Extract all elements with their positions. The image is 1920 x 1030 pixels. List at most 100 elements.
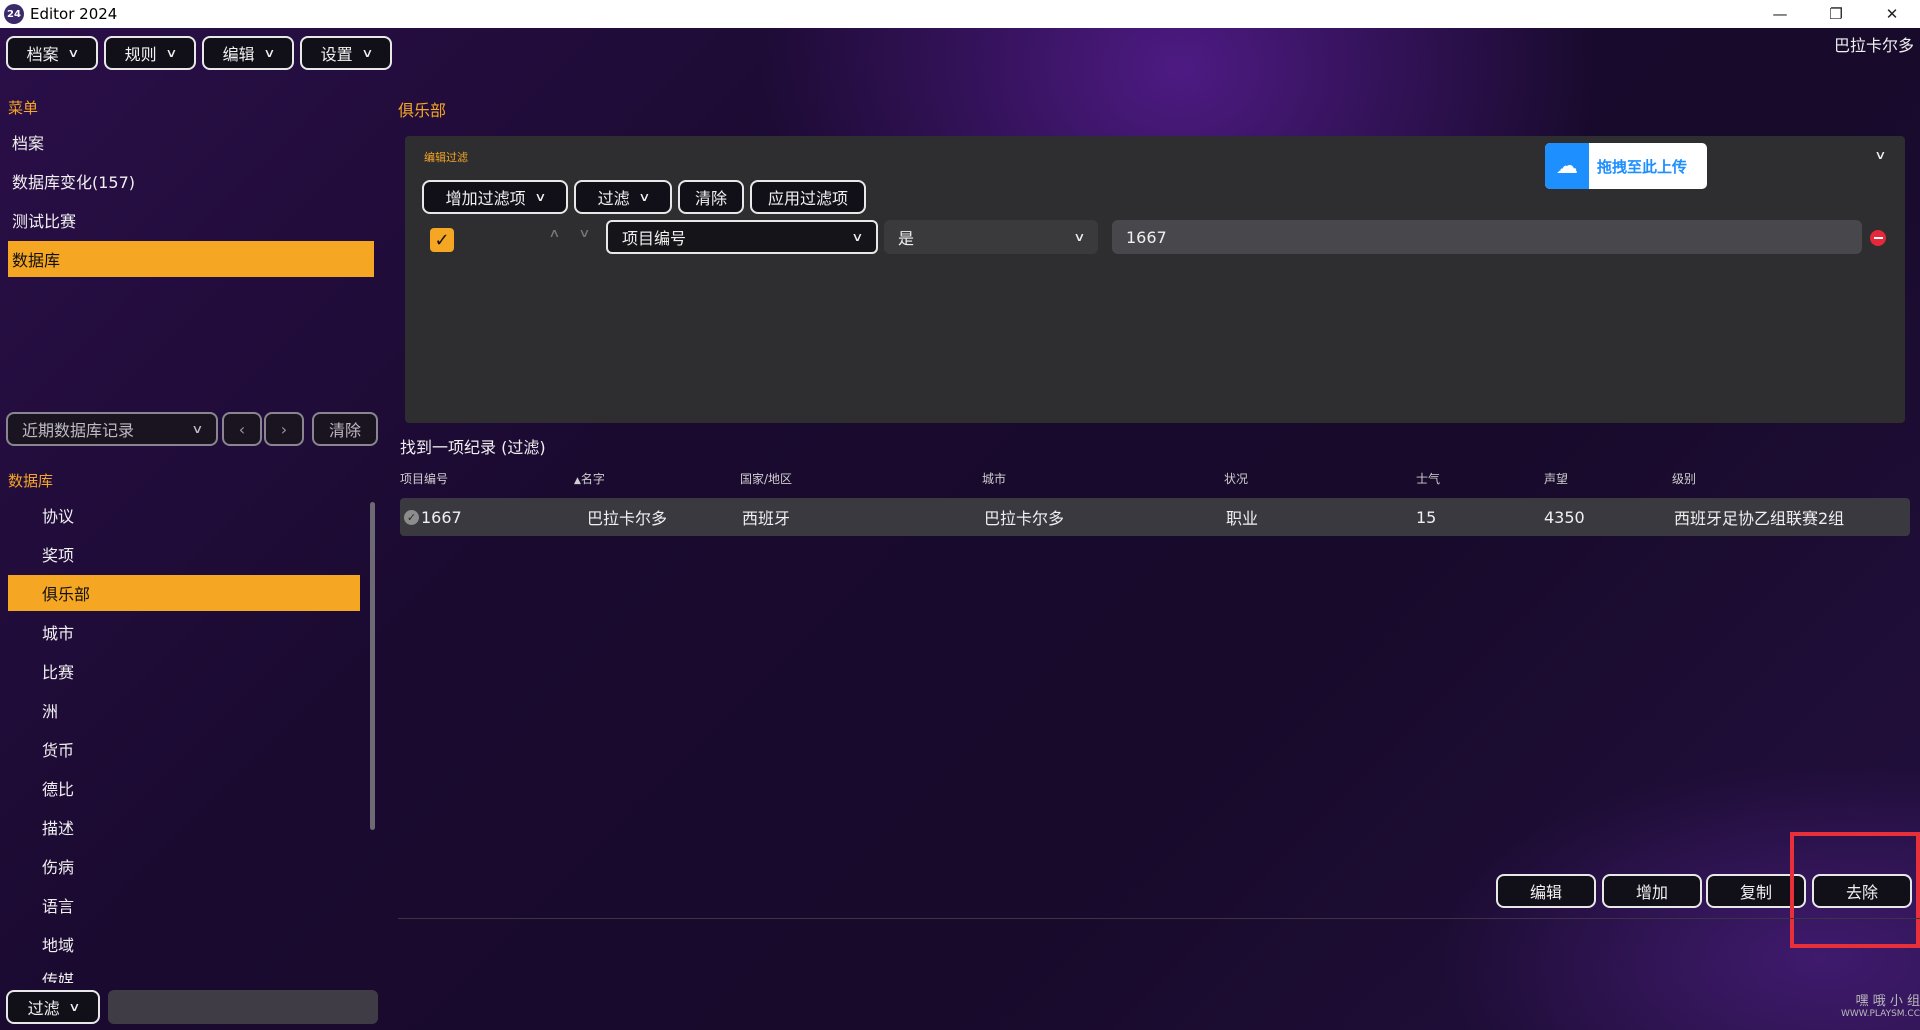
menu-edit-button[interactable]: 编辑 ∨ (202, 36, 294, 70)
filter-operator-value: 是 (898, 229, 915, 248)
filter-mode-label: 过滤 (597, 189, 630, 208)
move-up-icon[interactable]: ∧ (548, 226, 560, 240)
menu-file-button[interactable]: 档案 ∨ (6, 36, 98, 70)
column-header-name-label: 名字 (580, 472, 605, 486)
chevron-right-icon: › (280, 419, 288, 439)
recent-history-label: 近期数据库记录 (22, 421, 135, 440)
upload-dropzone[interactable]: ☁ 拖拽至此上传 (1545, 143, 1707, 189)
history-clear-button[interactable]: 清除 (312, 412, 378, 446)
move-down-icon[interactable]: ∨ (578, 226, 590, 240)
page-title: 俱乐部 (398, 101, 447, 120)
db-item-derbies[interactable]: 德比 (8, 770, 360, 806)
apply-filter-button[interactable]: 应用过滤项 (750, 180, 866, 214)
menu-file-label: 档案 (26, 45, 59, 64)
db-list-scrollbar[interactable] (370, 502, 375, 830)
highlight-box (1790, 832, 1920, 948)
db-item-injuries[interactable]: 伤病 (8, 848, 360, 884)
history-forward-button[interactable]: › (264, 412, 304, 446)
db-item-continents[interactable]: 洲 (8, 692, 360, 728)
chevron-down-icon: ∨ (262, 46, 276, 60)
filter-panel-label: 编辑过滤 (424, 151, 468, 164)
add-filter-button[interactable]: 增加过滤项 ∨ (422, 180, 568, 214)
table-row[interactable]: ✓ 1667 巴拉卡尔多 西班牙 巴拉卡尔多 职业 15 4350 西班牙足协乙… (400, 498, 1910, 536)
menu-section-label: 菜单 (8, 99, 39, 117)
edit-button[interactable]: 编辑 (1496, 874, 1596, 908)
sidebar-item-db-changes[interactable]: 数据库变化(157) (8, 163, 374, 199)
cloud-upload-icon: ☁ (1545, 143, 1589, 189)
minimize-icon[interactable]: — (1752, 0, 1808, 28)
sidebar-item-test-match[interactable]: 测试比赛 (8, 202, 374, 238)
filter-field-value: 项目编号 (622, 229, 687, 248)
chevron-down-icon: ∨ (164, 46, 178, 60)
row-city-cell: 巴拉卡尔多 (984, 509, 1065, 528)
column-header-name[interactable]: ▲名字 (574, 470, 605, 487)
filter-operator-dropdown[interactable]: 是 ∨ (884, 220, 1098, 254)
column-header-reputation[interactable]: 声望 (1544, 470, 1568, 487)
chevron-down-icon: ∨ (637, 190, 651, 204)
divider (398, 918, 1920, 919)
database-section-label: 数据库 (8, 472, 54, 490)
add-filter-label: 增加过滤项 (445, 189, 526, 208)
column-header-city[interactable]: 城市 (982, 470, 1006, 487)
collapse-panel-icon[interactable]: ∨ (1874, 144, 1886, 163)
row-name-cell: 巴拉卡尔多 (587, 509, 668, 528)
sidebar-item-file[interactable]: 档案 (8, 124, 374, 160)
watermark-line1: 嘿 哦 小 组 (1855, 994, 1920, 1009)
watermark: 嘿 哦 小 组 WWW.PLAYSM.CC (1798, 990, 1920, 1026)
filter-mode-button[interactable]: 过滤 ∨ (574, 180, 672, 214)
sidebar-item-database[interactable]: 数据库 (8, 241, 374, 277)
restore-icon[interactable]: ❐ (1808, 0, 1864, 28)
db-item-regions[interactable]: 地域 (8, 926, 360, 962)
sidebar-filter-dropdown[interactable]: 过滤 ∨ (6, 990, 100, 1024)
history-back-button[interactable]: ‹ (222, 412, 262, 446)
menu-rules-button[interactable]: 规则 ∨ (104, 36, 196, 70)
sort-up-icon: ▲ (574, 476, 581, 486)
column-header-nation[interactable]: 国家/地区 (740, 470, 792, 487)
row-nation-cell: 西班牙 (742, 509, 791, 528)
chevron-down-icon: ∨ (533, 190, 547, 204)
sidebar-filter-input[interactable] (108, 990, 378, 1024)
filter-enabled-checkbox[interactable]: ✓ (430, 228, 454, 252)
db-item-languages[interactable]: 语言 (8, 887, 360, 923)
sidebar-filter-label: 过滤 (27, 999, 60, 1018)
row-id-value: 1667 (421, 507, 462, 527)
close-icon[interactable]: ✕ (1864, 0, 1920, 28)
watermark-line2: WWW.PLAYSM.CC (1840, 1009, 1920, 1019)
chevron-down-icon: ∨ (66, 46, 80, 60)
club-name-label: 巴拉卡尔多 (1833, 36, 1914, 55)
filter-field-dropdown[interactable]: 项目编号 ∨ (606, 220, 878, 254)
column-header-id[interactable]: 项目编号 (400, 470, 448, 487)
row-morale-cell: 15 (1416, 507, 1437, 527)
db-item-awards[interactable]: 奖项 (8, 536, 360, 572)
menu-edit-label: 编辑 (222, 45, 255, 64)
db-item-competitions[interactable]: 比赛 (8, 653, 360, 689)
column-header-morale[interactable]: 士气 (1416, 470, 1440, 487)
column-header-status[interactable]: 状况 (1224, 470, 1248, 487)
db-item-clubs[interactable]: 俱乐部 (8, 575, 360, 611)
db-item-agreements[interactable]: 协议 (8, 497, 360, 533)
db-list-clip: 传媒 (8, 963, 360, 983)
chevron-down-icon: ∨ (1073, 230, 1086, 244)
clear-filter-button[interactable]: 清除 (678, 180, 744, 214)
menu-settings-button[interactable]: 设置 ∨ (300, 36, 392, 70)
filter-value-text: 1667 (1126, 227, 1167, 247)
db-item-descriptions[interactable]: 描述 (8, 809, 360, 845)
add-button[interactable]: 增加 (1602, 874, 1702, 908)
row-id-cell: ✓ 1667 (404, 498, 462, 536)
title-bar: 24 Editor 2024 — ❐ ✕ (0, 0, 1920, 28)
window-controls: — ❐ ✕ (1752, 0, 1920, 28)
recent-history-dropdown[interactable]: 近期数据库记录 ∨ (6, 412, 218, 446)
row-reputation-cell: 4350 (1544, 507, 1585, 527)
chevron-left-icon: ‹ (238, 419, 246, 439)
column-header-division[interactable]: 级别 (1672, 470, 1696, 487)
upload-label: 拖拽至此上传 (1597, 157, 1688, 176)
db-item-media[interactable]: 传媒 (8, 963, 360, 983)
db-item-currencies[interactable]: 货币 (8, 731, 360, 767)
filter-value-input[interactable]: 1667 (1112, 220, 1862, 254)
menu-rules-label: 规则 (124, 45, 157, 64)
chevron-down-icon: ∨ (67, 1000, 81, 1014)
results-count-label: 找到一项纪录 (过滤) (400, 438, 546, 457)
remove-filter-icon[interactable] (1870, 230, 1886, 246)
db-item-cities[interactable]: 城市 (8, 614, 360, 650)
chevron-down-icon: ∨ (191, 422, 204, 436)
